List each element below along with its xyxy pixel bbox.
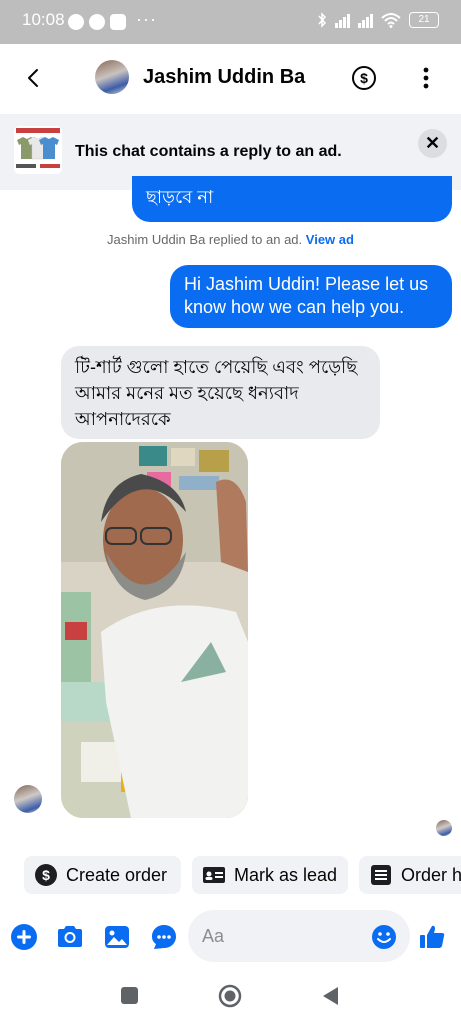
chat-dots-icon [152,925,176,949]
like-button[interactable] [417,922,447,952]
bluetooth-icon [318,12,327,28]
incoming-message[interactable]: টি-শার্ট গুলো হাতে পেয়েছি এবং পড়েছি আম… [61,346,380,439]
system-nav-bar [0,970,461,1024]
messenger-icon [89,14,105,30]
list-doc-icon [371,865,391,885]
contact-name[interactable]: Jashim Uddin Ba [143,66,305,89]
more-notifications-icon: ··· [136,9,157,29]
payment-button[interactable]: $ [352,66,376,90]
chip-label: Mark as lead [234,864,338,885]
contact-card-icon [203,867,225,883]
order-history-button[interactable]: Order h [359,856,461,894]
view-ad-link[interactable]: View ad [306,232,354,247]
chat-header: Jashim Uddin Ba $ [0,44,461,114]
back-nav-button[interactable] [320,984,340,1008]
home-button[interactable] [218,984,242,1008]
ad-reply-note: Jashim Uddin Ba replied to an ad. View a… [0,232,461,247]
camera-icon [58,926,82,947]
gallery-button[interactable] [102,922,132,952]
saved-replies-button[interactable] [149,922,179,952]
add-button[interactable] [9,922,39,952]
chat-bubble-icon [110,14,126,30]
status-time: 10:08 [22,10,65,29]
plus-circle-icon [11,924,37,950]
status-bar: 10:08 ··· 21 [0,0,461,44]
reply-note-text: Jashim Uddin Ba replied to an ad. [107,232,303,247]
banner-text: This chat contains a reply to an ad. [75,143,342,160]
emoji-button[interactable] [369,922,399,952]
dollar-circle-icon: $ [35,864,57,886]
wifi-icon [381,13,401,28]
photo-attachment[interactable] [61,442,248,818]
close-banner-button[interactable]: ✕ [418,129,447,158]
emoji-icon [372,925,396,949]
thumbs-up-icon [420,925,445,948]
contact-avatar[interactable] [95,60,129,94]
triangle-back-icon [323,987,338,1005]
message-text: ছাড়বে না [146,187,214,207]
outgoing-message-partial[interactable]: ছাড়বে না [132,176,452,222]
create-order-button[interactable]: $ Create order [24,856,181,894]
seen-indicator-avatar [436,820,452,836]
chip-label: Order h [401,864,461,885]
status-right: 21 [317,12,439,28]
customer-photo [61,442,248,818]
vertical-dots-icon [423,67,429,89]
chevron-left-icon [28,69,38,87]
whatsapp-icon [68,14,84,30]
mark-as-lead-button[interactable]: Mark as lead [192,856,348,894]
ad-thumbnail-image [14,126,62,174]
recents-button[interactable] [121,987,138,1004]
home-circle-icon [218,984,242,1008]
battery-icon: 21 [409,12,439,28]
back-button[interactable] [18,62,50,94]
svg-text:$: $ [42,867,50,883]
signal-icon [335,12,350,28]
image-icon [105,926,129,948]
sender-avatar[interactable] [14,785,42,813]
signal-icon-2 [358,12,373,28]
outgoing-message[interactable]: Hi Jashim Uddin! Please let us know how … [170,265,452,328]
ad-thumbnail[interactable] [14,126,62,174]
chip-label: Create order [66,864,168,885]
more-options-button[interactable] [414,64,438,92]
camera-button[interactable] [55,922,85,952]
